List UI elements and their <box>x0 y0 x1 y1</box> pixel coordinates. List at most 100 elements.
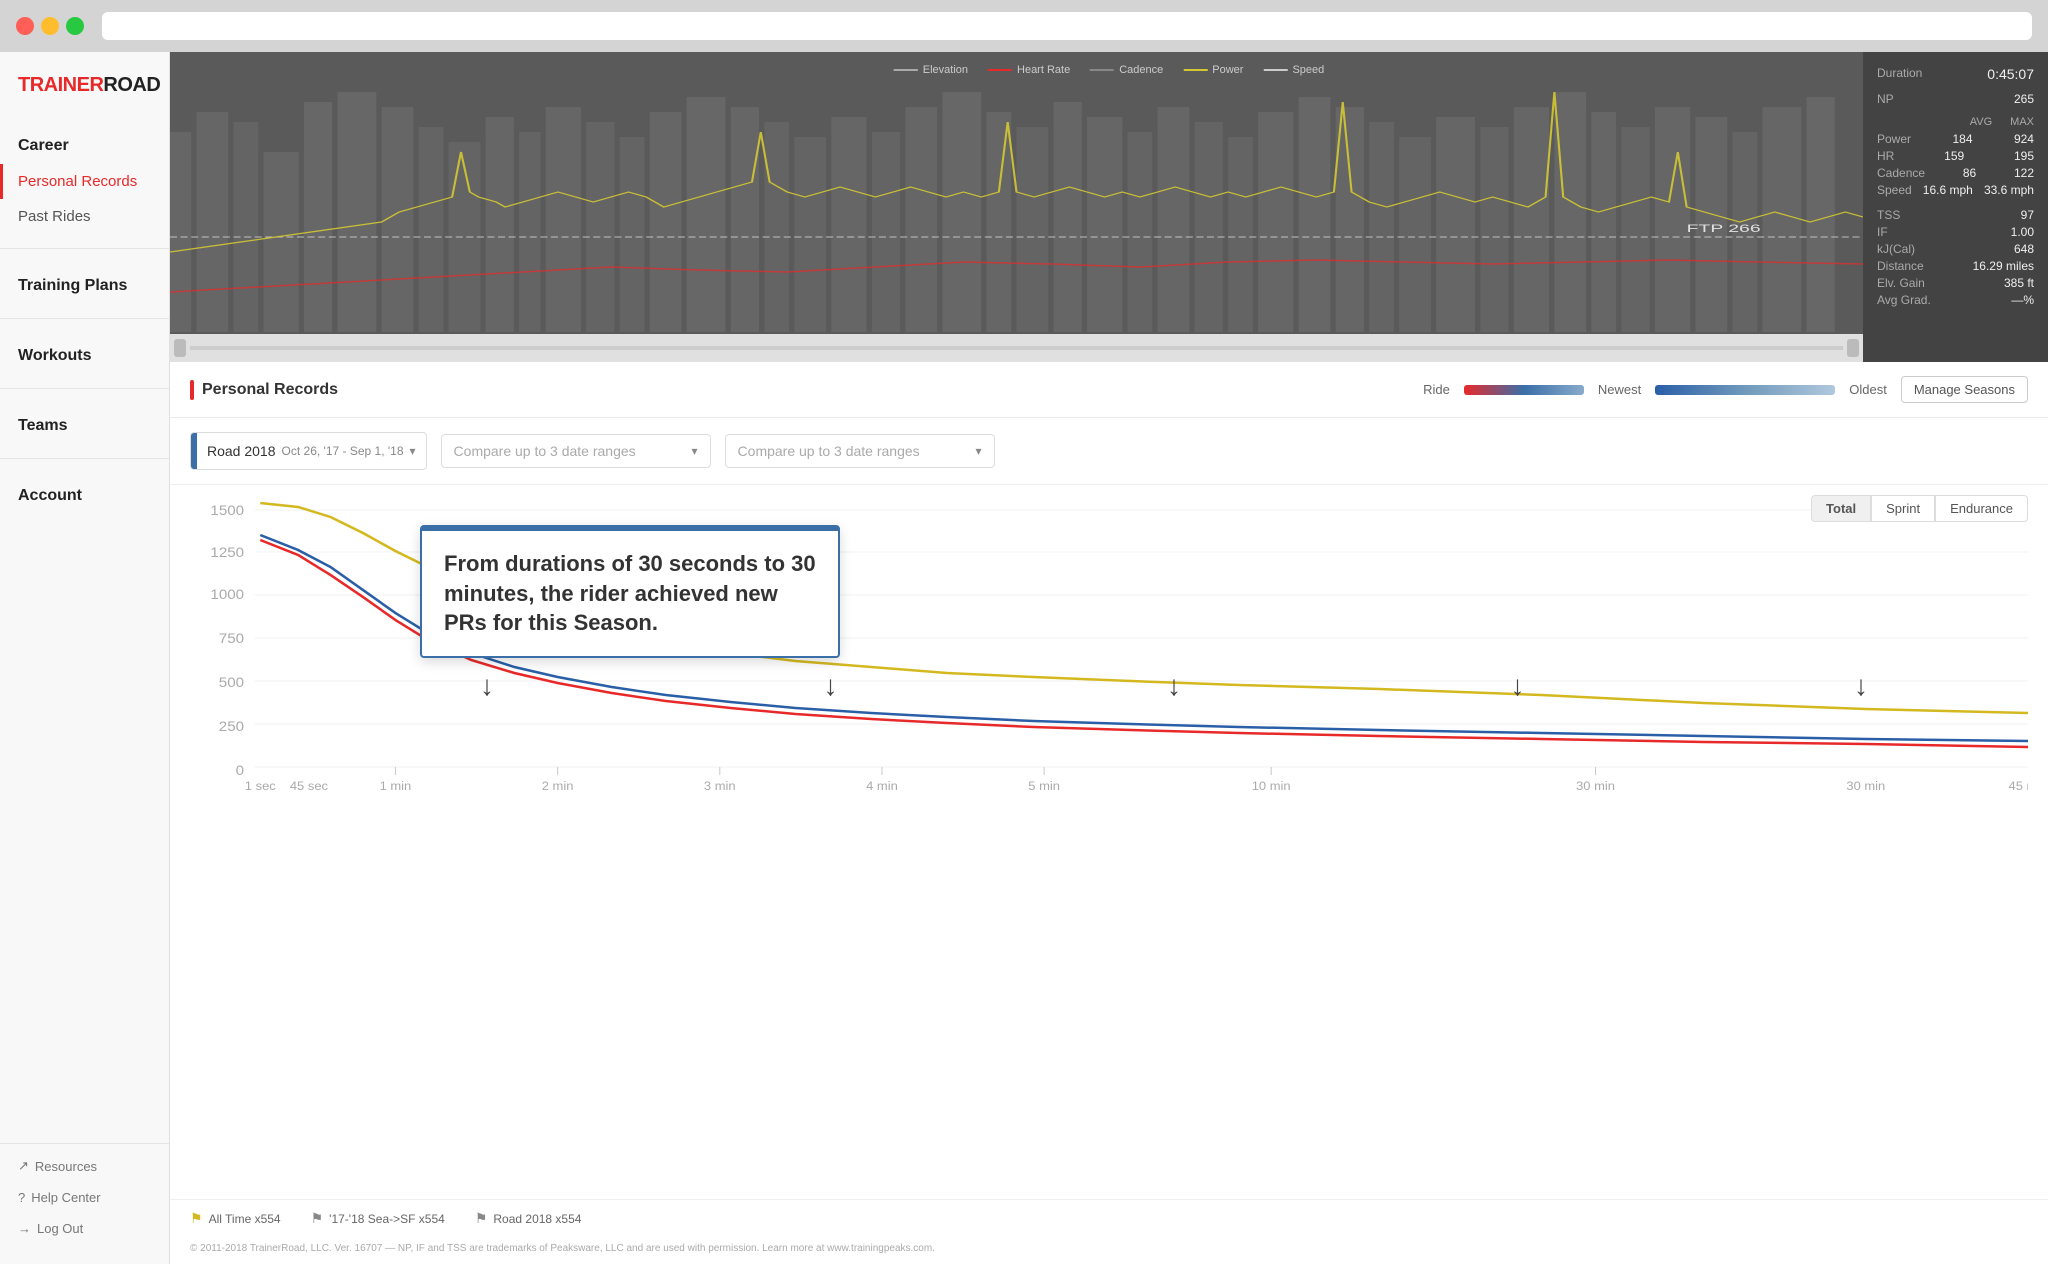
road-2018-label: Road 2018 x554 <box>493 1212 581 1226</box>
np-label: NP <box>1877 92 1894 106</box>
sidebar-item-past-rides[interactable]: Past Rides <box>0 199 169 234</box>
footer-road-2018: ⚑ Road 2018 x554 <box>475 1210 582 1227</box>
svg-text:4 min: 4 min <box>866 779 898 792</box>
resources-label: Resources <box>35 1159 97 1174</box>
tss-row: TSS 97 <box>1877 208 2034 222</box>
sidebar-item-personal-records[interactable]: Personal Records <box>0 164 169 199</box>
manage-seasons-button[interactable]: Manage Seasons <box>1901 376 2028 403</box>
if-label: IF <box>1877 225 1888 239</box>
sidebar-divider-2 <box>0 318 169 319</box>
sidebar-help[interactable]: ? Help Center <box>0 1182 169 1213</box>
ride-gradient-bar <box>1464 385 1584 395</box>
sea-sf-flag-icon: ⚑ <box>311 1210 324 1227</box>
app-container: TRAINERROAD Career Personal Records Past… <box>0 52 2048 1264</box>
compare-select-1[interactable]: Compare up to 3 date ranges ▾ <box>441 434 711 468</box>
compare-select-2[interactable]: Compare up to 3 date ranges ▾ <box>725 434 995 468</box>
hr-max: 195 <box>2014 149 2034 163</box>
power-max: 924 <box>2014 132 2034 146</box>
pr-arrows: ↓ ↓ ↓ ↓ ↓ <box>230 670 1988 702</box>
logout-icon: → <box>18 1221 31 1236</box>
endurance-button[interactable]: Endurance <box>1935 495 2028 522</box>
ride-gradient-container <box>1464 385 1584 395</box>
sidebar-item-training-plans[interactable]: Training Plans <box>0 263 169 304</box>
sprint-button[interactable]: Sprint <box>1871 495 1935 522</box>
season-inner: Road 2018 Oct 26, '17 - Sep 1, '18 ▾ <box>197 443 426 459</box>
svg-text:10 min: 10 min <box>1252 779 1291 792</box>
sidebar-item-account[interactable]: Account <box>0 473 169 514</box>
pr-chart-container: Total Sprint Endurance 1500 1250 1000 75… <box>170 485 2048 1199</box>
close-button[interactable] <box>16 17 34 35</box>
season-selector[interactable]: Road 2018 Oct 26, '17 - Sep 1, '18 ▾ <box>190 432 427 470</box>
sidebar-item-career[interactable]: Career <box>0 123 169 164</box>
cadence-avg: 86 <box>1963 166 1976 180</box>
grad-row: Avg Grad. —% <box>1877 293 2034 307</box>
speed-stat-label: Speed <box>1877 183 1912 197</box>
elv-value: 385 ft <box>2004 276 2034 290</box>
pr-tooltip: From durations of 30 seconds to 30 minut… <box>420 525 840 658</box>
kj-label: kJ(Cal) <box>1877 242 1915 256</box>
season-dates: Oct 26, '17 - Sep 1, '18 <box>282 444 404 458</box>
sidebar-divider-3 <box>0 388 169 389</box>
total-button[interactable]: Total <box>1811 495 1871 522</box>
sidebar-logout[interactable]: → Log Out <box>0 1213 169 1244</box>
max-header: MAX <box>2010 116 2034 128</box>
footer-all-time: ⚑ All Time x554 <box>190 1210 281 1227</box>
sidebar-item-workouts[interactable]: Workouts <box>0 333 169 374</box>
all-time-flag-icon: ⚑ <box>190 1210 203 1227</box>
help-label: Help Center <box>31 1190 100 1205</box>
pr-header: Personal Records Ride Newest Oldest Mana… <box>170 362 2048 418</box>
arrow-4: ↓ <box>1511 670 1525 702</box>
arrow-3: ↓ <box>1167 670 1181 702</box>
newest-gradient-bar <box>1655 385 1835 395</box>
if-row: IF 1.00 <box>1877 225 2034 239</box>
svg-text:3 min: 3 min <box>704 779 736 792</box>
distance-label: Distance <box>1877 259 1924 273</box>
svg-text:0: 0 <box>236 763 244 778</box>
hr-stat-label: HR <box>1877 149 1894 163</box>
power-avg: 184 <box>1952 132 1972 146</box>
hr-stat-row: HR 159 195 <box>1877 149 2034 163</box>
svg-text:45 min: 45 min <box>2009 779 2028 792</box>
stat-headers: AVG MAX <box>1877 116 2034 128</box>
compare-text-2: Compare up to 3 date ranges <box>738 443 920 459</box>
speed-stat-row: Speed 16.6 mph 33.6 mph <box>1877 183 2034 197</box>
duration-label: Duration <box>1877 66 1922 82</box>
sidebar-resources[interactable]: ↗ Resources <box>0 1150 169 1182</box>
road-2018-flag-icon: ⚑ <box>475 1210 488 1227</box>
controls-row: Road 2018 Oct 26, '17 - Sep 1, '18 ▾ Com… <box>170 418 2048 485</box>
sidebar: TRAINERROAD Career Personal Records Past… <box>0 52 170 1264</box>
logo: TRAINERROAD <box>0 52 169 115</box>
url-bar[interactable] <box>102 12 2032 40</box>
browser-chrome <box>0 0 2048 52</box>
speed-avg: 16.6 mph <box>1923 183 1973 197</box>
svg-text:FTP 266: FTP 266 <box>1687 223 1761 235</box>
svg-text:2 min: 2 min <box>542 779 574 792</box>
timeline-right-handle[interactable] <box>1847 339 1859 357</box>
timeline-left-handle[interactable] <box>174 339 186 357</box>
logo-text: TRAINERROAD <box>18 74 151 97</box>
avg-header: AVG <box>1970 116 1992 128</box>
timeline-track <box>190 346 1843 350</box>
minimize-button[interactable] <box>41 17 59 35</box>
oldest-label: Oldest <box>1849 382 1887 397</box>
arrow-2: ↓ <box>824 670 838 702</box>
workout-svg: FTP 266 <box>170 52 1863 334</box>
svg-text:750: 750 <box>219 631 244 646</box>
logo-road: ROAD <box>103 74 160 96</box>
nav-account-section: Account <box>0 465 169 522</box>
np-value: 265 <box>2014 92 2034 106</box>
nav-career-section: Career Personal Records Past Rides <box>0 115 169 242</box>
timeline-bar[interactable] <box>170 334 1863 362</box>
compare2-chevron-icon: ▾ <box>976 444 982 458</box>
season-chevron-icon: ▾ <box>410 444 416 458</box>
distance-row: Distance 16.29 miles <box>1877 259 2034 273</box>
copyright: © 2011-2018 TrainerRoad, LLC. Ver. 16707… <box>170 1243 2048 1264</box>
maximize-button[interactable] <box>66 17 84 35</box>
tss-value: 97 <box>2021 208 2034 222</box>
nav-training-section: Training Plans <box>0 255 169 312</box>
all-time-label: All Time x554 <box>209 1212 281 1226</box>
power-stat-row: Power 184 924 <box>1877 132 2034 146</box>
nav-teams-section: Teams <box>0 395 169 452</box>
sidebar-item-teams[interactable]: Teams <box>0 403 169 444</box>
kj-value: 648 <box>2014 242 2034 256</box>
